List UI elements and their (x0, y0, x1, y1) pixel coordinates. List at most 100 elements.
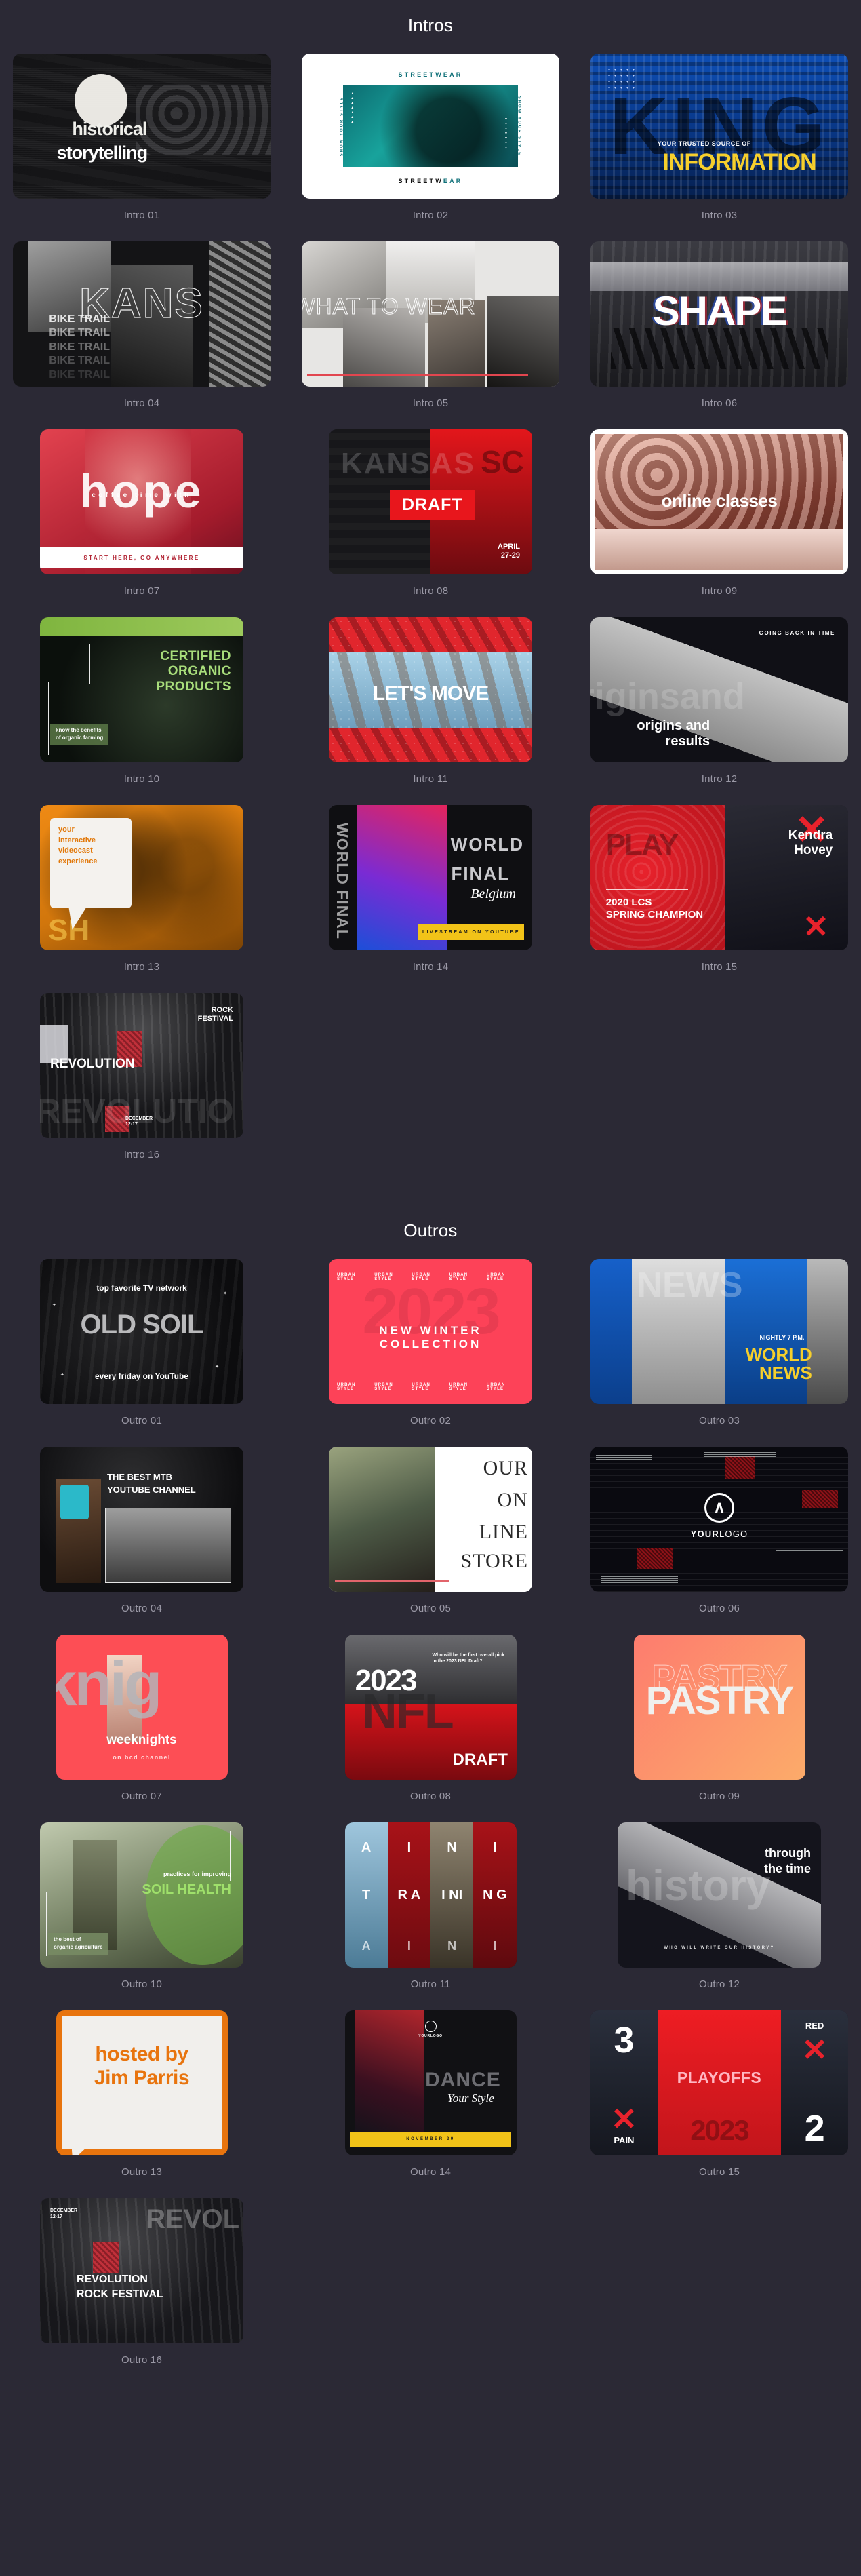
template-card-intro-02[interactable]: STREETWEAR SHOW YOUR STYLE SHOW YOUR STY… (286, 54, 575, 241)
thumbnail-outro-16[interactable]: REVOL DECEMBER 12-17 REVOLUTION ROCK FES… (40, 2198, 243, 2343)
thumbnail-wrap[interactable]: knig weeknights on bcd channel (13, 1635, 271, 1780)
thumbnail-intro-07[interactable]: hope coffee time with START HERE, GO ANY… (40, 429, 243, 574)
thumbnail-outro-02[interactable]: 2023 URBAN STYLE URBAN STYLE URBAN STYLE… (329, 1259, 532, 1404)
template-card-outro-07[interactable]: knig weeknights on bcd channel Outro 07 (0, 1635, 286, 1822)
template-card-intro-03[interactable]: KING YOUR TRUSTED SOURCE OF INFORMATION … (575, 54, 861, 241)
template-card-outro-13[interactable]: hosted by Jim Parris Outro 13 (0, 2010, 286, 2198)
thumbnail-outro-01[interactable]: top favorite TV network OLD SOIL every f… (40, 1259, 243, 1404)
thumbnail-intro-01[interactable]: historical storytelling (13, 54, 271, 199)
thumbnail-wrap[interactable]: hope coffee time with START HERE, GO ANY… (13, 429, 271, 574)
thumbnail-outro-10[interactable]: practices for improving SOIL HEALTH the … (40, 1822, 243, 1968)
thumbnail-intro-14[interactable]: WORLD FINAL WORLD FINAL Belgium LIVESTRE… (329, 805, 532, 950)
thumbnail-outro-04[interactable]: THE BEST MTB YOUTUBE CHANNEL (40, 1447, 243, 1592)
thumbnail-intro-03[interactable]: KING YOUR TRUSTED SOURCE OF INFORMATION (590, 54, 848, 199)
thumbnail-outro-08[interactable]: NFL 2023 Who will be the first overall p… (344, 1635, 517, 1780)
template-card-outro-10[interactable]: practices for improving SOIL HEALTH the … (0, 1822, 286, 2010)
thumbnail-outro-12[interactable]: history through the time WHO WILL WRITE … (618, 1822, 821, 1968)
thumbnail-wrap[interactable]: SH your interactive videocast experience (13, 805, 271, 950)
template-card-outro-05[interactable]: OUR ON LINE STORE Outro 05 (286, 1447, 575, 1635)
thumbnail-outro-14[interactable]: YOURLOGO DANCE Your Style NOVEMBER 29 (344, 2010, 517, 2155)
thumbnail-outro-15[interactable]: 3 ✕ PAIN PLAYOFFS 2023 RED ✕ 2 (590, 2010, 848, 2155)
thumbnail-wrap[interactable]: A T A I R A I N I NI N I N G I (302, 1822, 559, 1968)
template-card-intro-05[interactable]: WHAT TO WEAR Intro 05 (286, 241, 575, 429)
thumbnail-intro-02[interactable]: STREETWEAR SHOW YOUR STYLE SHOW YOUR STY… (302, 54, 559, 199)
template-card-outro-11[interactable]: A T A I R A I N I NI N I N G I Outro 11 (286, 1822, 575, 2010)
repeat-line: BIKE TRAIL (49, 340, 110, 353)
template-card-intro-14[interactable]: WORLD FINAL WORLD FINAL Belgium LIVESTRE… (286, 805, 575, 993)
template-card-intro-09[interactable]: online classes Intro 09 (575, 429, 861, 617)
template-card-outro-01[interactable]: top favorite TV network OLD SOIL every f… (0, 1259, 286, 1447)
template-card-intro-10[interactable]: CERTIFIED ORGANIC PRODUCTS know the bene… (0, 617, 286, 805)
thumbnail-wrap[interactable]: REVOLUTIO ROCK FESTIVAL REVOLUTION DECEM… (13, 993, 271, 1138)
thumbnail-intro-11[interactable]: LET'S MOVE (329, 617, 532, 762)
thumbnail-wrap[interactable]: PLAY 2020 LCS SPRING CHAMPION ✕ ✕ Kendra… (590, 805, 848, 950)
thumbnail-intro-16[interactable]: REVOLUTIO ROCK FESTIVAL REVOLUTION DECEM… (40, 993, 243, 1138)
template-card-outro-04[interactable]: THE BEST MTB YOUTUBE CHANNEL Outro 04 (0, 1447, 286, 1635)
thumbnail-wrap[interactable]: historical storytelling (13, 54, 271, 199)
template-card-intro-08[interactable]: KANSAS SC DRAFT APRIL 27-29 Intro 08 (286, 429, 575, 617)
template-card-intro-12[interactable]: riginsand GOING BACK IN TIME origins and… (575, 617, 861, 805)
thumbnail-wrap[interactable]: WHAT TO WEAR (302, 241, 559, 387)
thumbnail-wrap[interactable]: LET'S MOVE (302, 617, 559, 762)
thumbnail-wrap[interactable]: THE BEST MTB YOUTUBE CHANNEL (13, 1447, 271, 1592)
template-card-outro-12[interactable]: history through the time WHO WILL WRITE … (575, 1822, 861, 2010)
thumbnail-wrap[interactable]: online classes (590, 429, 848, 574)
thumbnail-wrap[interactable]: riginsand GOING BACK IN TIME origins and… (590, 617, 848, 762)
thumbnail-wrap[interactable]: KANSAS SC DRAFT APRIL 27-29 (302, 429, 559, 574)
thumbnail-wrap[interactable]: hosted by Jim Parris (13, 2010, 271, 2155)
thumbnail-wrap[interactable]: KING YOUR TRUSTED SOURCE OF INFORMATION (590, 54, 848, 199)
template-card-intro-04[interactable]: KANS BIKE TRAIL BIKE TRAIL BIKE TRAIL BI… (0, 241, 286, 429)
thumbnail-intro-15[interactable]: PLAY 2020 LCS SPRING CHAMPION ✕ ✕ Kendra… (590, 805, 848, 950)
thumbnail-wrap[interactable]: SHAPE (590, 241, 848, 387)
thumbnail-wrap[interactable]: NFL 2023 Who will be the first overall p… (302, 1635, 559, 1780)
thumbnail-intro-13[interactable]: SH your interactive videocast experience (40, 805, 243, 950)
template-card-intro-15[interactable]: PLAY 2020 LCS SPRING CHAMPION ✕ ✕ Kendra… (575, 805, 861, 993)
template-card-intro-16[interactable]: REVOLUTIO ROCK FESTIVAL REVOLUTION DECEM… (0, 993, 286, 1181)
thumbnail-intro-12[interactable]: riginsand GOING BACK IN TIME origins and… (590, 617, 848, 762)
template-card-intro-11[interactable]: LET'S MOVE Intro 11 (286, 617, 575, 805)
thumbnail-outro-06[interactable]: ∧ YOURLOGO (590, 1447, 848, 1592)
thumbnail-intro-06[interactable]: SHAPE (590, 241, 848, 387)
thumbnail-outro-07[interactable]: knig weeknights on bcd channel (56, 1635, 228, 1780)
template-card-intro-13[interactable]: SH your interactive videocast experience… (0, 805, 286, 993)
thumbnail-wrap[interactable]: practices for improving SOIL HEALTH the … (13, 1822, 271, 1968)
thumbnail-wrap[interactable]: STREETWEAR SHOW YOUR STYLE SHOW YOUR STY… (302, 54, 559, 199)
template-card-outro-16[interactable]: REVOL DECEMBER 12-17 REVOLUTION ROCK FES… (0, 2198, 286, 2386)
thumbnail-wrap[interactable]: 2023 URBAN STYLE URBAN STYLE URBAN STYLE… (302, 1259, 559, 1404)
template-card-outro-14[interactable]: YOURLOGO DANCE Your Style NOVEMBER 29 Ou… (286, 2010, 575, 2198)
template-card-outro-06[interactable]: ∧ YOURLOGO Outro 06 (575, 1447, 861, 1635)
thumbnail-wrap[interactable]: NEWS NIGHTLY 7 P.M. WORLD NEWS (590, 1259, 848, 1404)
thumbnail-wrap[interactable]: YOURLOGO DANCE Your Style NOVEMBER 29 (302, 2010, 559, 2155)
thumbnail-intro-08[interactable]: KANSAS SC DRAFT APRIL 27-29 (329, 429, 532, 574)
thumbnail-wrap[interactable]: PASTRY PASTRY (590, 1635, 848, 1780)
template-card-outro-08[interactable]: NFL 2023 Who will be the first overall p… (286, 1635, 575, 1822)
thumbnail-outro-09[interactable]: PASTRY PASTRY (633, 1635, 805, 1780)
template-card-outro-02[interactable]: 2023 URBAN STYLE URBAN STYLE URBAN STYLE… (286, 1259, 575, 1447)
thumbnail-wrap[interactable]: ∧ YOURLOGO (590, 1447, 848, 1592)
card-caption: Outro 04 (121, 1603, 162, 1614)
template-card-intro-06[interactable]: SHAPE Intro 06 (575, 241, 861, 429)
thumbnail-wrap[interactable]: history through the time WHO WILL WRITE … (590, 1822, 848, 1968)
thumbnail-wrap[interactable]: KANS BIKE TRAIL BIKE TRAIL BIKE TRAIL BI… (13, 241, 271, 387)
thumbnail-wrap[interactable]: CERTIFIED ORGANIC PRODUCTS know the bene… (13, 617, 271, 762)
headline: INFORMATION (662, 149, 816, 176)
thumbnail-intro-04[interactable]: KANS BIKE TRAIL BIKE TRAIL BIKE TRAIL BI… (13, 241, 271, 387)
thumbnail-wrap[interactable]: REVOL DECEMBER 12-17 REVOLUTION ROCK FES… (13, 2198, 271, 2343)
template-card-outro-15[interactable]: 3 ✕ PAIN PLAYOFFS 2023 RED ✕ 2 Outro 15 (575, 2010, 861, 2198)
thumbnail-outro-03[interactable]: NEWS NIGHTLY 7 P.M. WORLD NEWS (590, 1259, 848, 1404)
thumbnail-wrap[interactable]: OUR ON LINE STORE (302, 1447, 559, 1592)
thumbnail-wrap[interactable]: top favorite TV network OLD SOIL every f… (13, 1259, 271, 1404)
template-card-intro-01[interactable]: historical storytelling Intro 01 (0, 54, 286, 241)
thumbnail-wrap[interactable]: 3 ✕ PAIN PLAYOFFS 2023 RED ✕ 2 (590, 2010, 848, 2155)
template-card-outro-03[interactable]: NEWS NIGHTLY 7 P.M. WORLD NEWS Outro 03 (575, 1259, 861, 1447)
thumbnail-intro-09[interactable]: online classes (590, 429, 848, 574)
thumbnail-outro-05[interactable]: OUR ON LINE STORE (329, 1447, 532, 1592)
thumbnail-wrap[interactable]: WORLD FINAL WORLD FINAL Belgium LIVESTRE… (302, 805, 559, 950)
thumbnail-intro-10[interactable]: CERTIFIED ORGANIC PRODUCTS know the bene… (40, 617, 243, 762)
template-card-outro-09[interactable]: PASTRY PASTRY Outro 09 (575, 1635, 861, 1822)
thumbnail-outro-13[interactable]: hosted by Jim Parris (56, 2010, 228, 2155)
thumbnail-intro-05[interactable]: WHAT TO WEAR (302, 241, 559, 387)
subhead: coffee time with (92, 492, 192, 500)
thumbnail-outro-11[interactable]: A T A I R A I N I NI N I N G I (344, 1822, 517, 1968)
template-card-intro-07[interactable]: hope coffee time with START HERE, GO ANY… (0, 429, 286, 617)
